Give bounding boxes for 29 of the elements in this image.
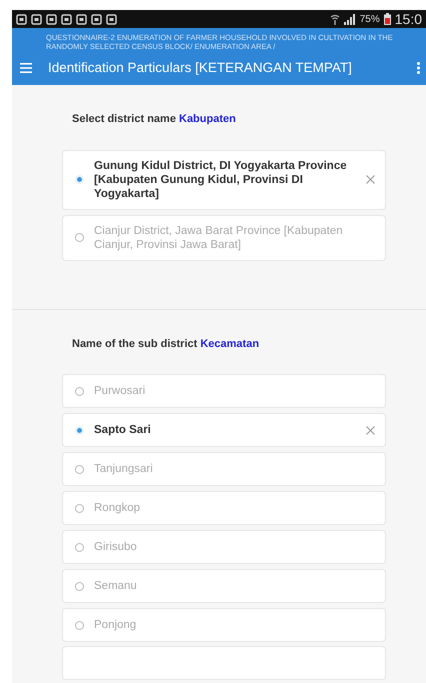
list-option[interactable]: Rongkop bbox=[62, 491, 386, 525]
radio-button[interactable] bbox=[75, 233, 84, 242]
list-option[interactable] bbox=[62, 646, 386, 680]
radio-button[interactable] bbox=[75, 582, 84, 590]
signal-icon bbox=[344, 14, 356, 24]
list-option[interactable]: Cianjur District, Jawa Barat Province [Kabupaten Cianjur, Provinsi Jawa Barat] bbox=[62, 214, 386, 260]
close-icon[interactable] bbox=[366, 175, 375, 184]
list-option[interactable]: Purwosari bbox=[62, 374, 386, 408]
list-option[interactable]: Tanjungsari bbox=[62, 452, 386, 486]
list-option[interactable]: Gunung Kidul District, DI Yogyakarta Province [Kabupaten Gunung Kidul, Provinsi DI Yogyakarta] bbox=[62, 150, 386, 210]
radio-button[interactable] bbox=[75, 504, 84, 512]
radio-button[interactable] bbox=[75, 386, 84, 396]
more-options-icon[interactable] bbox=[417, 62, 420, 74]
close-icon[interactable] bbox=[366, 426, 375, 434]
radio-button[interactable] bbox=[75, 620, 84, 630]
question-label: Select district name Kabupaten bbox=[71, 112, 237, 127]
screen-title: Identification Particulars [KETERANGAN TEMPAT] bbox=[48, 58, 353, 77]
radio-button[interactable] bbox=[75, 464, 84, 474]
list-option[interactable]: Girisubo bbox=[62, 530, 386, 564]
question-label: Name of the sub district Kecamatan bbox=[71, 336, 260, 352]
list-option[interactable]: Ponjong bbox=[62, 608, 386, 642]
battery-percent: 75% bbox=[360, 12, 380, 26]
battery-icon bbox=[384, 13, 391, 25]
wifi-icon bbox=[330, 14, 340, 24]
list-option[interactable]: Semanu bbox=[62, 569, 386, 603]
menu-icon[interactable] bbox=[20, 63, 32, 73]
radio-button[interactable] bbox=[75, 542, 84, 552]
clock: 15:0 bbox=[394, 10, 422, 28]
list-option[interactable]: Sapto Sari bbox=[62, 413, 386, 447]
